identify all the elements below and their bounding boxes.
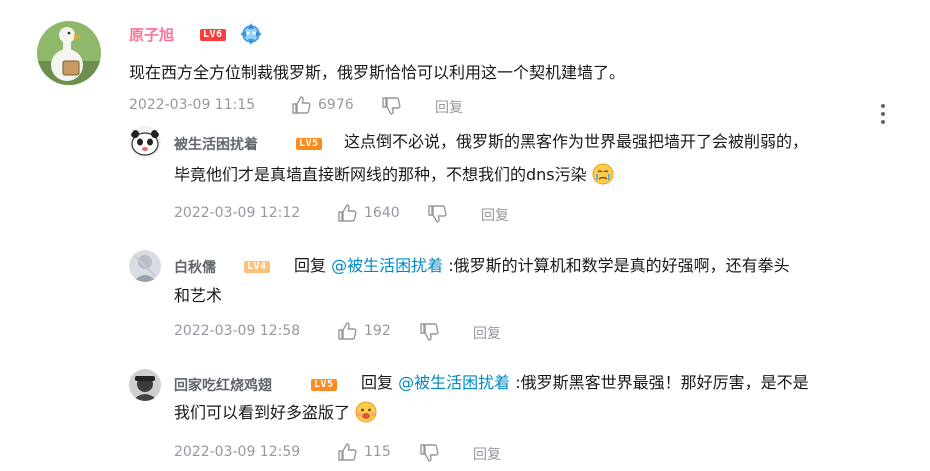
- thumbs-up-icon[interactable]: [337, 442, 357, 462]
- reply2-text-line1: 回复 @被生活困扰着 :俄罗斯的计算机和数学是真的好强啊，还有拳头: [294, 251, 790, 281]
- drooling-emoji-icon: [355, 401, 377, 433]
- thumbs-up-icon[interactable]: [337, 203, 357, 223]
- cap-person-avatar-image: [129, 369, 161, 401]
- reply3-text-line2: 我们可以看到好多盗版了: [174, 398, 377, 433]
- reply-prefix: 回复: [361, 373, 394, 392]
- level-badge: LV6: [200, 29, 226, 41]
- reply-prefix: 回复: [294, 256, 327, 275]
- reply2-time: 2022-03-09 12:58: [174, 323, 301, 339]
- avatar-beishenghuo[interactable]: [129, 126, 161, 158]
- thumbs-down-icon[interactable]: [419, 443, 439, 463]
- reply1-time: 2022-03-09 12:12: [174, 205, 301, 221]
- reply1-text-line2: 毕竟他们才是真墙直接断网线的那种，不想我们的dns污染: [174, 160, 614, 195]
- thumbs-up-icon[interactable]: [337, 321, 357, 341]
- reply3-text-content: :俄罗斯黑客世界最强！那好厉害，是不是: [515, 373, 809, 392]
- main-username[interactable]: 原子旭: [129, 24, 174, 45]
- reply1-username[interactable]: 被生活困扰着: [174, 134, 258, 154]
- sketch-avatar-image: [129, 250, 161, 282]
- main-comment-time: 2022-03-09 11:15: [129, 97, 256, 113]
- reply3-reply-button[interactable]: 回复: [473, 444, 501, 464]
- reply2-reply-button[interactable]: 回复: [473, 323, 501, 343]
- main-comment-text: 现在西方全方位制裁俄罗斯，俄罗斯恰恰可以利用这一个契机建墙了。: [129, 63, 626, 82]
- thumbs-down-icon[interactable]: [419, 322, 439, 342]
- reply2-like-count: 192: [364, 323, 391, 339]
- reply1-like-count: 1640: [364, 205, 400, 221]
- thumbs-up-icon[interactable]: [291, 95, 311, 115]
- reply3-time: 2022-03-09 12:59: [174, 444, 301, 460]
- level-badge: LV4: [244, 261, 270, 273]
- reply3-text-line1: 回复 @被生活困扰着 :俄罗斯黑客世界最强！那好厉害，是不是: [361, 368, 809, 398]
- main-reply-button[interactable]: 回复: [435, 97, 463, 117]
- level-badge: LV5: [311, 379, 337, 391]
- thumbs-down-icon[interactable]: [381, 96, 401, 116]
- fan-medal-icon: [237, 21, 265, 47]
- thumbs-down-icon[interactable]: [427, 204, 447, 224]
- reply3-username[interactable]: 回家吃红烧鸡翅: [174, 375, 272, 395]
- vertical-ellipsis-icon[interactable]: [878, 103, 888, 125]
- reply3-like-count: 115: [364, 444, 391, 460]
- reply2-username[interactable]: 白秋儒: [174, 257, 216, 277]
- mention-link[interactable]: @被生活困扰着: [398, 373, 510, 392]
- crying-emoji-icon: [592, 163, 614, 195]
- panda-avatar-image: [129, 126, 161, 158]
- reply1-reply-button[interactable]: 回复: [481, 205, 509, 225]
- reply3-text-line2-content: 我们可以看到好多盗版了: [174, 403, 351, 422]
- main-like-count: 6976: [318, 97, 354, 113]
- reply2-text-line2: 和艺术: [174, 286, 223, 305]
- goose-avatar-image: [37, 21, 101, 85]
- reply1-text-line1: 这点倒不必说，俄罗斯的黑客作为世界最强把墙开了会被削弱的，: [344, 132, 809, 151]
- avatar-huijiachi[interactable]: [129, 369, 161, 401]
- avatar-yuanzixu[interactable]: [37, 21, 101, 85]
- level-badge: LV5: [296, 138, 322, 150]
- reply2-text-content: :俄罗斯的计算机和数学是真的好强啊，还有拳头: [448, 256, 790, 275]
- mention-link[interactable]: @被生活困扰着: [331, 256, 443, 275]
- reply1-text-line2-content: 毕竟他们才是真墙直接断网线的那种，不想我们的dns污染: [174, 165, 587, 184]
- avatar-baiqiuru[interactable]: [129, 250, 161, 282]
